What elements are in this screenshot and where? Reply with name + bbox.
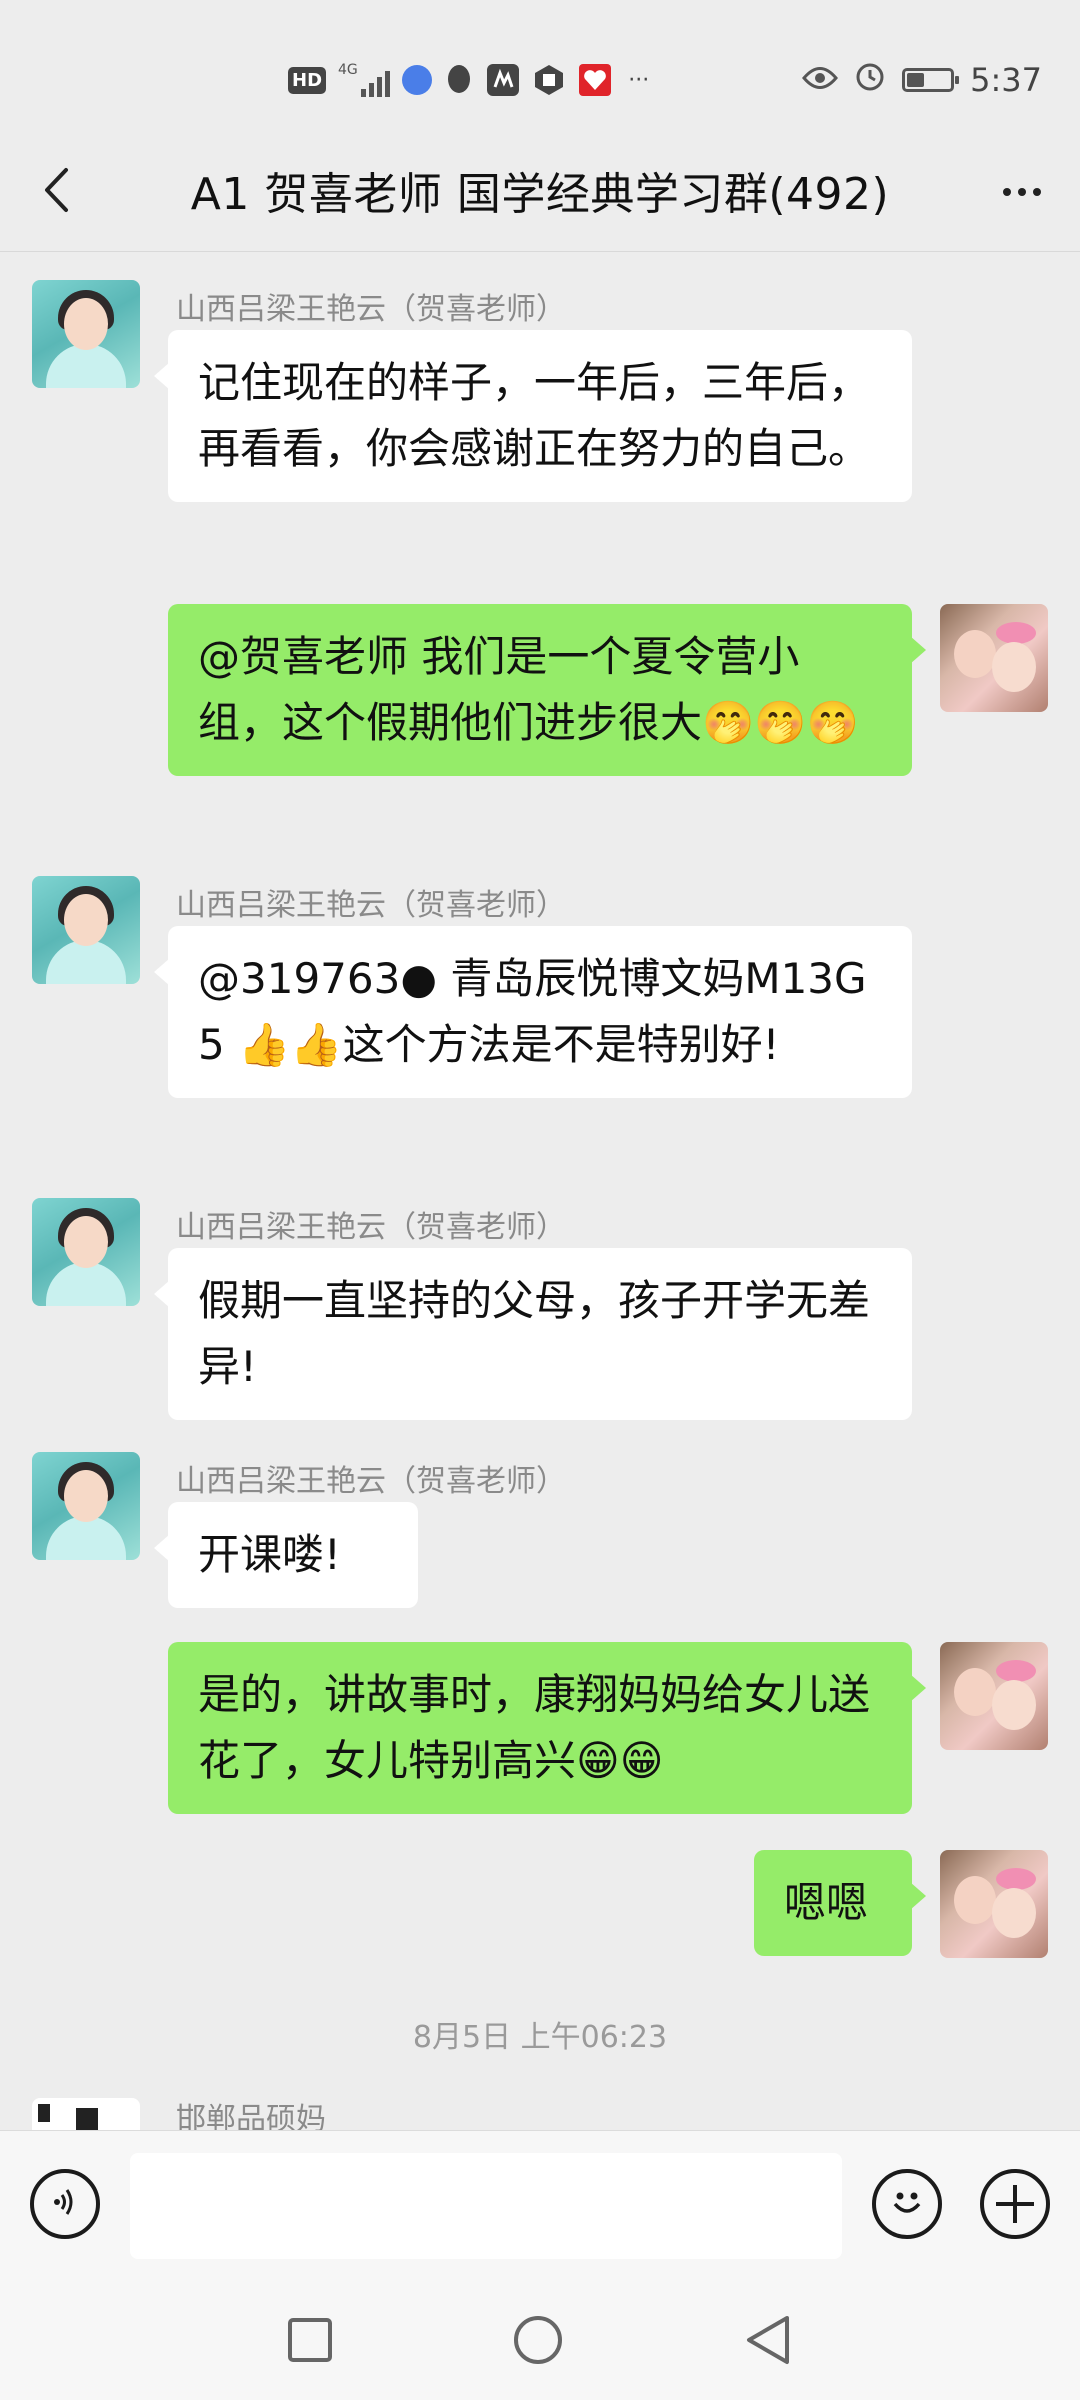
message-bubble-own[interactable]: 是的，讲故事时，康翔妈妈给女儿送花了，女儿特别高兴😁😁 <box>168 1642 926 1814</box>
message-bubble-own[interactable]: 嗯嗯 <box>754 1850 926 1956</box>
status-bar: HD 4G ··· 5:37 <box>0 0 1080 140</box>
emoji-button[interactable] <box>872 2169 942 2239</box>
sender-avatar[interactable] <box>32 876 140 984</box>
back-icon <box>743 2314 793 2370</box>
more-horizontal-icon <box>1003 188 1011 196</box>
status-notification-icons: HD 4G ··· <box>288 58 654 102</box>
sender-avatar[interactable] <box>32 280 140 388</box>
music-app-icon <box>401 63 432 97</box>
sender-avatar[interactable] <box>32 1198 140 1306</box>
nav-back-button[interactable] <box>738 2312 798 2372</box>
voice-icon <box>47 2184 83 2224</box>
sender-avatar[interactable] <box>32 2098 140 2130</box>
own-avatar[interactable] <box>940 1850 1048 1958</box>
battery-icon <box>902 68 960 92</box>
recent-apps-button[interactable] <box>280 2312 340 2372</box>
chat-header: A1 贺喜老师 国学经典学习群(492) <box>0 140 1080 252</box>
recent-apps-icon <box>286 2316 334 2368</box>
sender-name: 山西吕梁王艳云（贺喜老师） <box>176 1210 566 1245</box>
own-avatar[interactable] <box>940 1642 1048 1750</box>
message-bubble[interactable]: 记住现在的样子，一年后，三年后，再看看，你会感谢正在努力的自己。 <box>154 330 912 502</box>
plus-icon <box>996 2185 1034 2223</box>
emoji-icon <box>885 2180 929 2228</box>
eye-icon <box>802 61 839 99</box>
qq-icon <box>444 63 474 97</box>
sender-name: 邯郸品硕妈 <box>176 2102 326 2130</box>
message-bubble[interactable]: @319763● 青岛辰悦博文妈M13G5 👍👍这个方法是不是特别好! <box>154 926 912 1098</box>
app-icon <box>578 63 612 97</box>
chat-title: A1 贺喜老师 国学经典学习群(492) <box>190 169 890 220</box>
4g-signal-icon: 4G <box>338 63 390 97</box>
sender-name: 山西吕梁王艳云（贺喜老师） <box>176 888 566 923</box>
more-dots: ··· <box>628 67 650 93</box>
sender-name: 山西吕梁王艳云（贺喜老师） <box>176 1464 566 1499</box>
message-bubble-own[interactable]: @贺喜老师 我们是一个夏令营小组，这个假期他们进步很大🤭🤭🤭 <box>168 604 926 776</box>
voice-button[interactable] <box>30 2169 100 2239</box>
hd-icon: HD <box>288 63 327 97</box>
sender-avatar[interactable] <box>32 1452 140 1560</box>
more-button[interactable] <box>992 162 1052 222</box>
home-icon <box>512 2314 564 2370</box>
message-bubble[interactable]: 假期一直坚持的父母，孩子开学无差异! <box>154 1248 912 1420</box>
alarm-icon <box>854 60 886 100</box>
input-bar <box>0 2130 1080 2281</box>
plus-button[interactable] <box>980 2169 1050 2239</box>
own-avatar[interactable] <box>940 604 1048 712</box>
app-icon <box>486 63 520 97</box>
sender-name: 山西吕梁王艳云（贺喜老师） <box>176 292 566 327</box>
message-timestamp: 8月5日 上午06:23 <box>412 2020 668 2055</box>
status-time: 5:37 <box>970 61 1042 99</box>
home-button[interactable] <box>508 2312 568 2372</box>
status-system-icons: 5:37 <box>802 58 1042 102</box>
system-nav-bar <box>0 2280 1080 2400</box>
message-input[interactable] <box>130 2153 842 2259</box>
app-icon <box>532 63 566 97</box>
message-bubble[interactable]: 开课喽! <box>154 1502 418 1608</box>
